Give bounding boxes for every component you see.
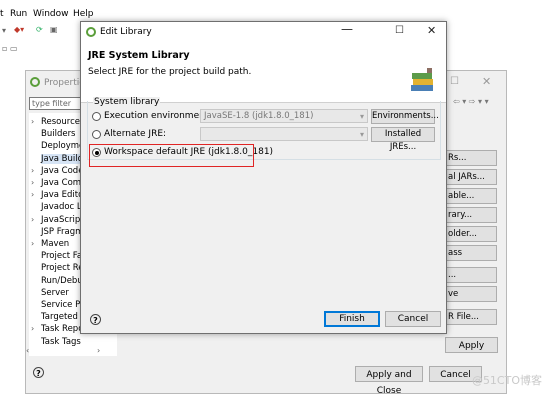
- build-path-button[interactable]: ...: [444, 267, 497, 283]
- apply-button[interactable]: Apply: [445, 337, 498, 353]
- header-title: JRE System Library: [88, 50, 190, 61]
- tree-item[interactable]: Project Fa: [41, 251, 82, 261]
- maximize-icon[interactable]: ☐: [450, 76, 459, 87]
- tree-item[interactable]: Run/Debu: [41, 276, 83, 286]
- tree-expand-icon[interactable]: ›: [31, 190, 34, 199]
- build-path-button[interactable]: R File...: [444, 309, 497, 325]
- nav-arrows-icon[interactable]: ⇦ ▾ ⇨ ▾ ▾: [453, 97, 489, 106]
- tree-item[interactable]: Java Edito: [41, 190, 83, 200]
- build-path-button[interactable]: rary...: [444, 207, 497, 223]
- toolbar-icon[interactable]: ▣: [50, 25, 58, 34]
- highlight-box: [89, 144, 254, 167]
- menu-window[interactable]: Window: [33, 9, 69, 19]
- alternate-jre-combo[interactable]: ▾: [200, 127, 368, 141]
- eclipse-icon: [30, 77, 40, 87]
- combo-value: JavaSE-1.8 (jdk1.8.0_181): [204, 111, 314, 121]
- chevron-down-icon: ▾: [359, 130, 364, 139]
- environments-button[interactable]: Environments...: [371, 109, 439, 124]
- maximize-icon[interactable]: ☐: [395, 25, 404, 36]
- tree-item[interactable]: Task Repo: [41, 324, 83, 334]
- tree-item[interactable]: Maven: [41, 239, 69, 249]
- books-icon: [411, 68, 433, 91]
- eclipse-toolbar: ▾ ◆▾ ⟳ ▣ ▫ ▭: [0, 22, 70, 53]
- tree-expand-icon[interactable]: ›: [31, 239, 34, 248]
- watermark: @51CTO博客: [471, 374, 542, 387]
- dialog-header: JRE System Library Select JRE for the pr…: [81, 42, 446, 102]
- tree-item[interactable]: Server: [41, 288, 69, 298]
- group-label: System library: [93, 97, 161, 107]
- menu-run[interactable]: Run: [10, 9, 27, 19]
- tree-item[interactable]: Service Po: [41, 300, 85, 310]
- tree-item[interactable]: Project Re: [41, 263, 84, 273]
- edit-library-dialog: Edit Library — ☐ ✕ JRE System Library Se…: [80, 21, 447, 334]
- execution-environment-radio[interactable]: [92, 112, 101, 121]
- dialog-titlebar: Edit Library — ☐ ✕: [81, 22, 446, 42]
- tree-item[interactable]: Java Code: [41, 166, 83, 176]
- scroll-right-icon[interactable]: ›: [97, 346, 100, 355]
- minimize-icon[interactable]: —: [341, 22, 353, 36]
- tree-expand-icon[interactable]: ›: [31, 215, 34, 224]
- apply-close-button[interactable]: Apply and Close: [355, 366, 423, 396]
- tree-item[interactable]: Task Tags: [41, 337, 81, 347]
- tree-item[interactable]: Deployme: [41, 141, 84, 151]
- execution-environment-label: Execution environment:: [104, 111, 212, 121]
- eclipse-icon: [86, 27, 96, 37]
- cancel-button[interactable]: Cancel: [385, 311, 441, 327]
- menu-item-partial[interactable]: t: [0, 9, 4, 19]
- tree-item[interactable]: JSP Fragm: [41, 227, 83, 237]
- close-icon[interactable]: ✕: [482, 75, 491, 88]
- tree-expand-icon[interactable]: ›: [31, 324, 34, 333]
- build-path-button[interactable]: al JARs...: [444, 169, 497, 185]
- help-icon[interactable]: ?: [33, 367, 44, 378]
- tree-expand-icon[interactable]: ›: [31, 117, 34, 126]
- eclipse-menubar: t Run Window Help: [0, 6, 554, 22]
- tree-item[interactable]: Targeted: [41, 312, 78, 322]
- help-icon[interactable]: ?: [90, 314, 101, 325]
- build-path-button[interactable]: ve: [444, 286, 497, 302]
- installed-jres-button[interactable]: Installed JREs...: [371, 127, 435, 152]
- build-path-button[interactable]: older...: [444, 226, 497, 242]
- tree-expand-icon[interactable]: ›: [31, 166, 34, 175]
- tree-expand-icon[interactable]: ›: [31, 178, 34, 187]
- alternate-jre-label: Alternate JRE:: [104, 129, 167, 139]
- build-path-button[interactable]: Rs...: [444, 150, 497, 166]
- tree-item[interactable]: Javadoc L: [41, 202, 82, 212]
- debug-icon[interactable]: ◆▾: [14, 25, 24, 34]
- tree-item[interactable]: Builders: [41, 129, 76, 139]
- tree-item[interactable]: Java Build: [41, 153, 83, 164]
- finish-button[interactable]: Finish: [324, 311, 380, 327]
- close-icon[interactable]: ✕: [427, 24, 436, 37]
- menu-help[interactable]: Help: [73, 9, 94, 19]
- header-description: Select JRE for the project build path.: [88, 67, 252, 77]
- dialog-title: Edit Library: [100, 27, 152, 37]
- build-path-button[interactable]: able...: [444, 188, 497, 204]
- tree-item[interactable]: JavaScript: [41, 215, 84, 225]
- build-path-button[interactable]: ass Folder...: [444, 245, 497, 261]
- tree-item[interactable]: Resource: [41, 117, 80, 127]
- toolbar-dropdown-icon[interactable]: ▾: [2, 26, 6, 35]
- refresh-icon[interactable]: ⟳: [36, 25, 43, 34]
- toolbar-small-icons[interactable]: ▫ ▭: [2, 44, 18, 53]
- execution-environment-combo[interactable]: JavaSE-1.8 (jdk1.8.0_181) ▾: [200, 109, 368, 123]
- scroll-left-icon[interactable]: ‹: [26, 346, 29, 355]
- filter-input[interactable]: type filter text: [29, 97, 83, 110]
- chevron-down-icon: ▾: [359, 112, 364, 121]
- alternate-jre-radio[interactable]: [92, 130, 101, 139]
